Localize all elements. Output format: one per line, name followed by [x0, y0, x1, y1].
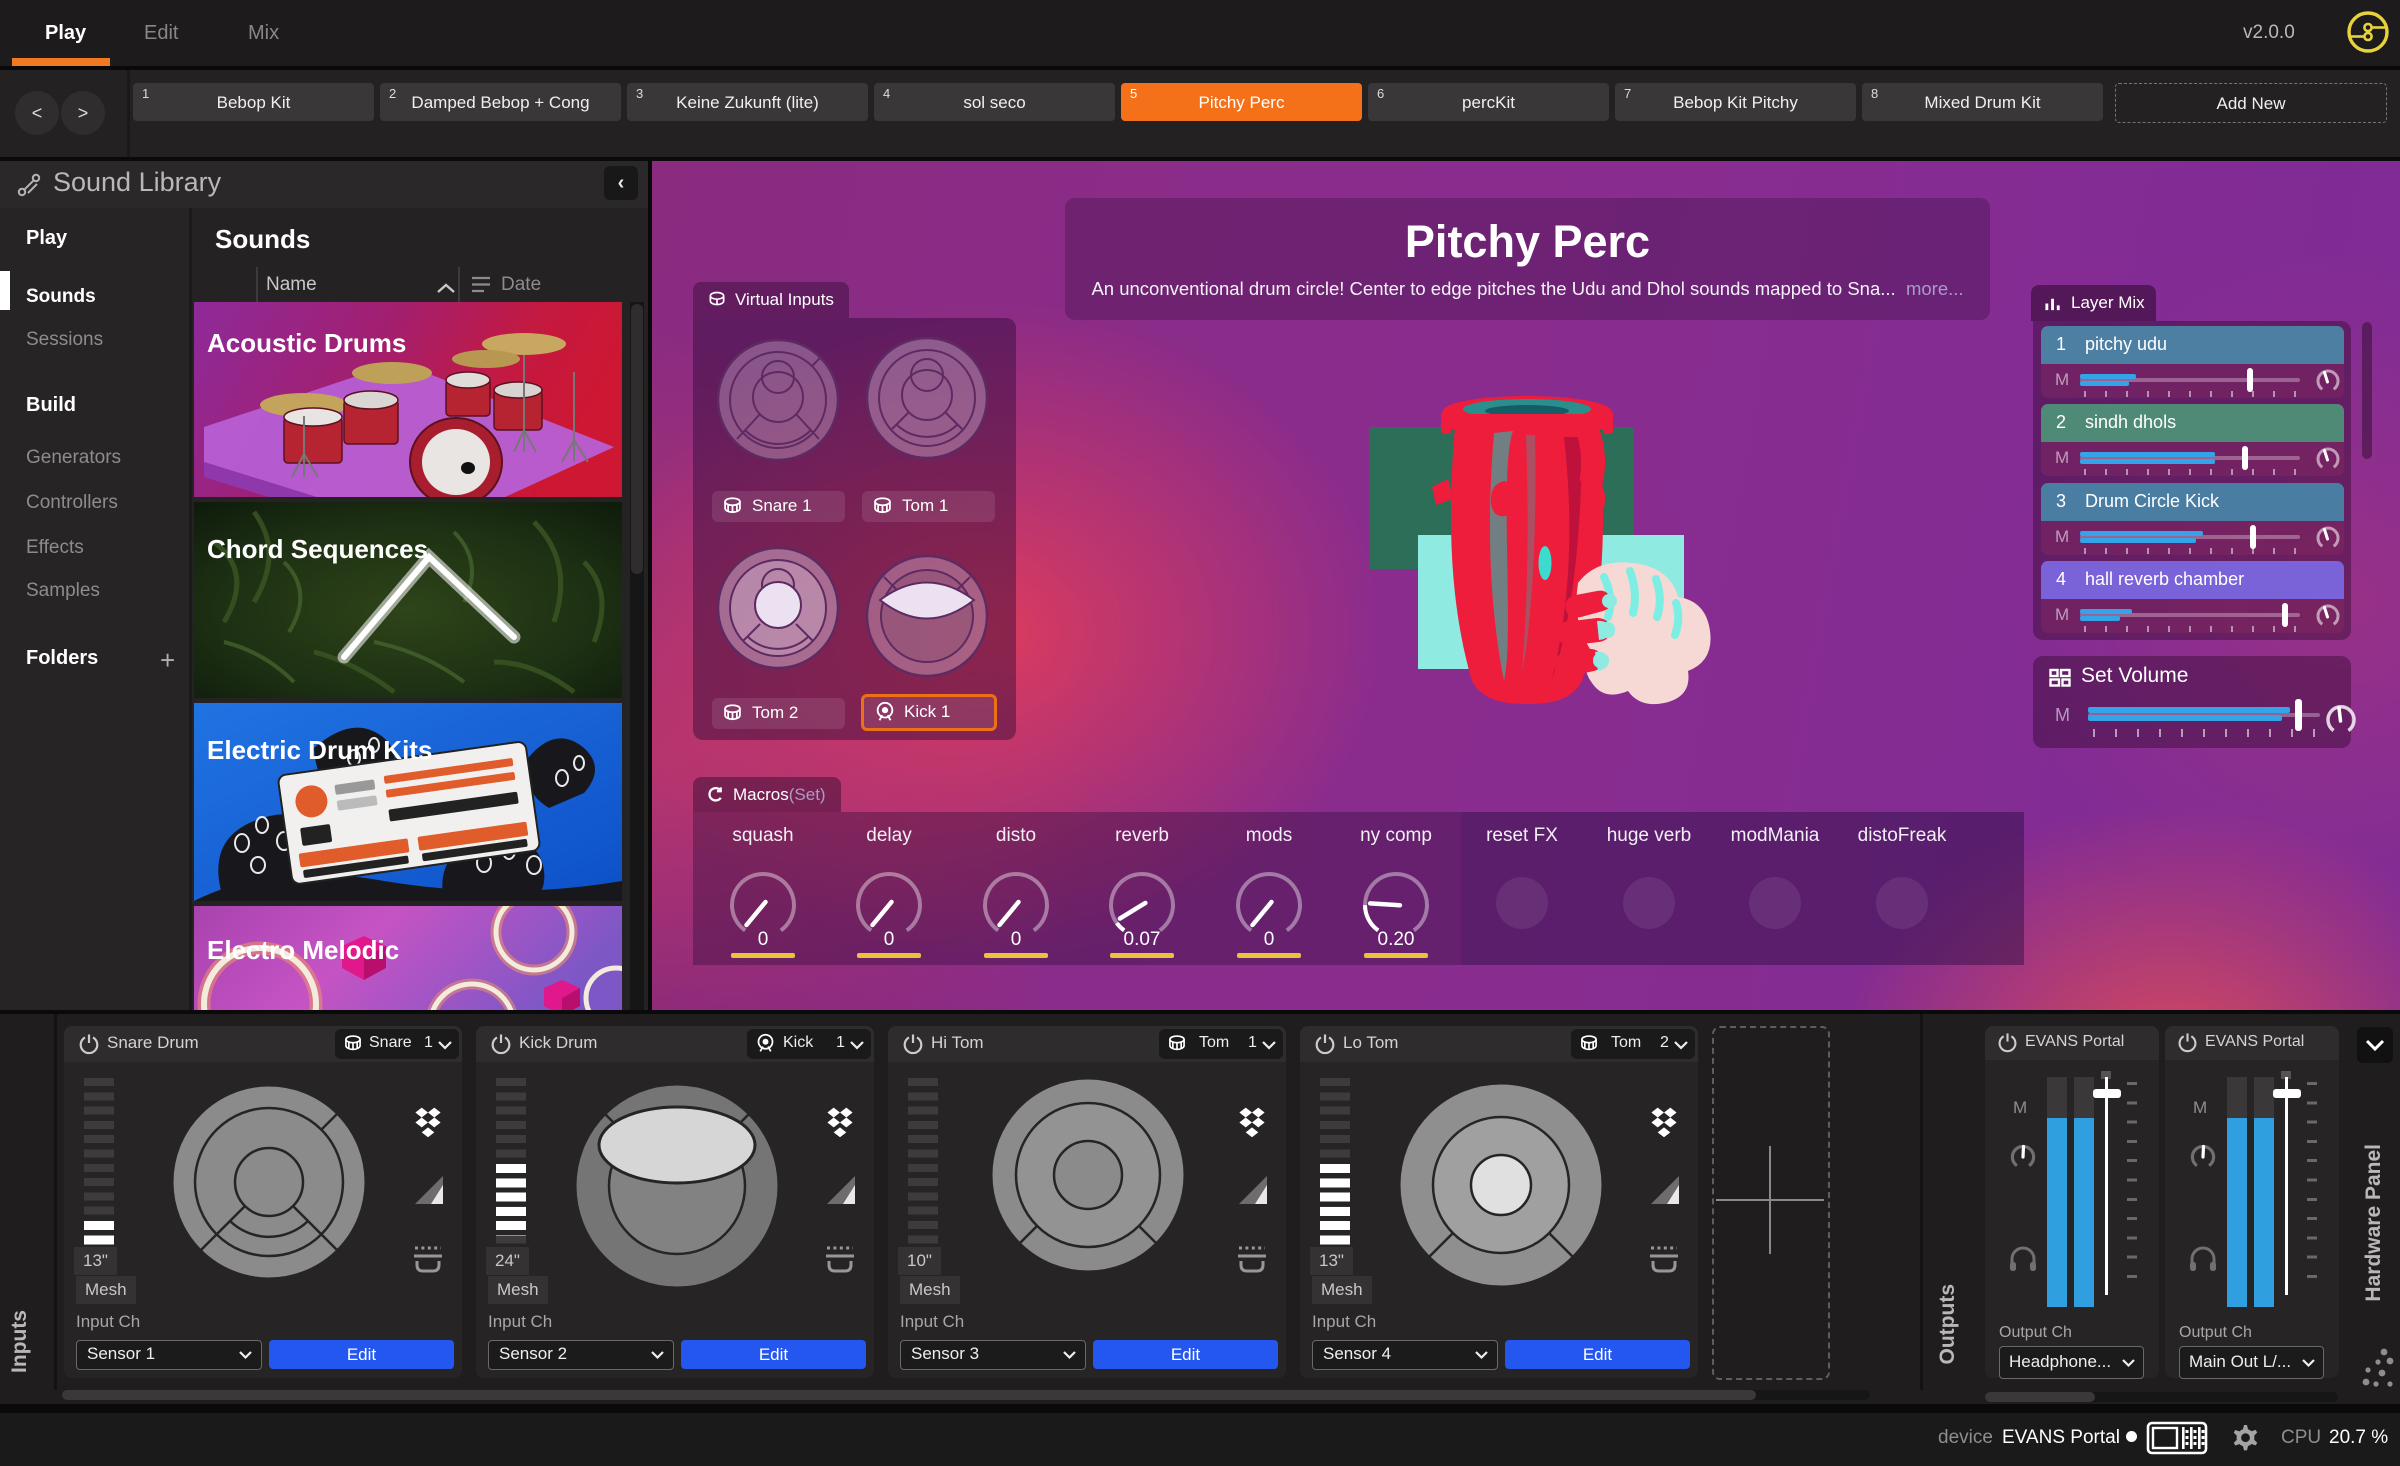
svg-text:Electric Drum Kits: Electric Drum Kits: [207, 735, 432, 765]
svg-text:Chord Sequences: Chord Sequences: [207, 534, 428, 564]
svg-text:Acoustic Drums: Acoustic Drums: [207, 328, 406, 358]
svg-text:Electro Melodic: Electro Melodic: [207, 935, 399, 965]
